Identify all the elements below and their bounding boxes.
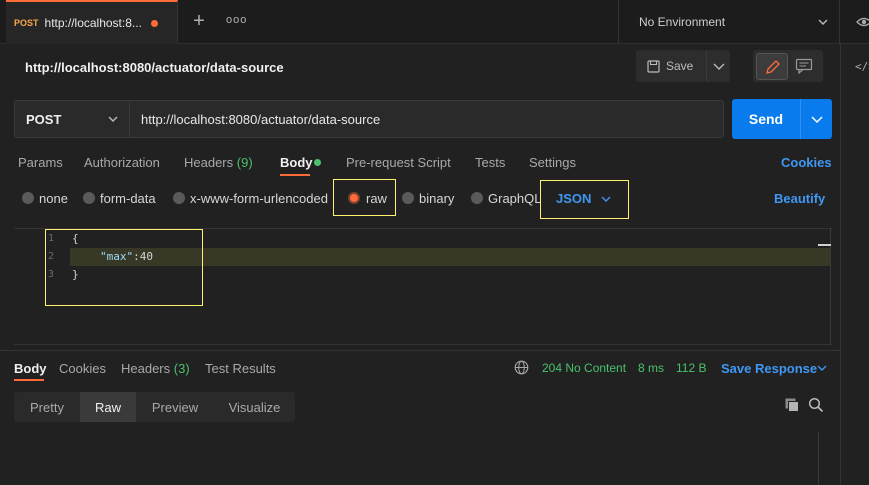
send-options-button[interactable] <box>800 99 832 139</box>
radio-graphql[interactable] <box>471 192 483 204</box>
body-indicator-dot-icon <box>314 159 321 166</box>
response-tab-body[interactable]: Body <box>14 361 47 376</box>
response-time[interactable]: 8 ms <box>638 361 664 375</box>
save-button[interactable]: Save <box>636 50 706 82</box>
tab-authorization[interactable]: Authorization <box>84 155 160 170</box>
active-tab-underline <box>14 379 44 381</box>
chevron-down-icon <box>818 19 828 25</box>
tab-pre-request-script[interactable]: Pre-request Script <box>346 155 451 170</box>
radio-label-raw[interactable]: raw <box>366 191 387 206</box>
request-title[interactable]: http://localhost:8080/actuator/data-sour… <box>25 60 284 75</box>
tab-tests[interactable]: Tests <box>475 155 505 170</box>
tab-body[interactable]: Body <box>280 155 313 170</box>
environment-label: No Environment <box>639 15 726 29</box>
code-snippet-icon[interactable]: </> <box>855 60 869 73</box>
editor-scroll-thumb[interactable] <box>818 244 831 246</box>
format-raw[interactable]: Raw <box>80 392 136 422</box>
save-options-button[interactable] <box>706 50 730 82</box>
radio-none[interactable] <box>22 192 34 204</box>
beautify-link[interactable]: Beautify <box>774 191 825 206</box>
url-input[interactable] <box>130 100 724 138</box>
save-label: Save <box>666 59 694 73</box>
edit-mode-button[interactable] <box>756 53 788 80</box>
pencil-icon <box>766 60 780 74</box>
chevron-down-icon <box>713 63 725 70</box>
unsaved-dot-icon <box>150 19 158 27</box>
tab-settings[interactable]: Settings <box>529 155 576 170</box>
format-visualize[interactable]: Visualize <box>214 392 295 422</box>
save-response-button[interactable]: Save Response <box>721 361 817 376</box>
send-label: Send <box>748 111 784 127</box>
radio-label-urlencoded[interactable]: x-www-form-urlencoded <box>190 191 328 206</box>
chevron-down-icon <box>108 116 118 122</box>
radio-urlencoded[interactable] <box>173 192 185 204</box>
eye-icon[interactable] <box>856 15 869 29</box>
radio-raw[interactable] <box>348 192 360 204</box>
response-tab-headers[interactable]: Headers (3) <box>121 361 190 376</box>
response-tab-test-results[interactable]: Test Results <box>205 361 276 376</box>
response-size[interactable]: 112 B <box>676 361 706 375</box>
tab-params[interactable]: Params <box>18 155 63 170</box>
environment-selector[interactable]: No Environment <box>618 0 840 44</box>
chevron-down-icon <box>811 116 823 124</box>
pane-divider[interactable] <box>0 350 840 351</box>
method-label: POST <box>26 111 62 127</box>
format-pretty[interactable]: Pretty <box>14 392 80 422</box>
response-scrollbar[interactable] <box>818 432 819 485</box>
chevron-down-icon <box>817 365 827 371</box>
tab-title: http://localhost:8... <box>44 16 142 30</box>
more-tabs-icon[interactable]: ooo <box>226 14 247 26</box>
radio-label-graphql[interactable]: GraphQL <box>488 191 541 206</box>
request-tab[interactable]: POST http://localhost:8... <box>6 0 178 44</box>
response-status[interactable]: 204 No Content <box>542 361 626 375</box>
headers-count: (9) <box>236 155 253 170</box>
search-icon[interactable] <box>808 397 824 413</box>
tab-headers[interactable]: Headers (9) <box>184 155 253 170</box>
new-tab-plus-icon[interactable]: + <box>190 11 208 31</box>
radio-form-data[interactable] <box>83 192 95 204</box>
chevron-down-icon <box>601 196 611 202</box>
response-headers-count: (3) <box>173 361 190 376</box>
active-tab-underline <box>280 174 310 176</box>
radio-label-none[interactable]: none <box>39 191 68 206</box>
comment-icon[interactable] <box>795 58 813 74</box>
radio-binary[interactable] <box>402 192 414 204</box>
radio-label-binary[interactable]: binary <box>419 191 454 206</box>
response-body[interactable] <box>14 430 818 485</box>
copy-icon[interactable] <box>784 397 800 413</box>
right-sidebar <box>840 44 869 485</box>
format-preview[interactable]: Preview <box>136 392 214 422</box>
cookies-link[interactable]: Cookies <box>781 155 832 170</box>
code-highlight-box <box>45 229 203 306</box>
save-icon <box>647 59 660 73</box>
send-button[interactable]: Send <box>732 99 800 139</box>
radio-label-form-data[interactable]: form-data <box>100 191 156 206</box>
response-tab-cookies[interactable]: Cookies <box>59 361 106 376</box>
globe-icon[interactable] <box>514 360 529 375</box>
tab-method: POST <box>14 18 39 28</box>
body-format-select[interactable]: JSON <box>556 191 591 206</box>
